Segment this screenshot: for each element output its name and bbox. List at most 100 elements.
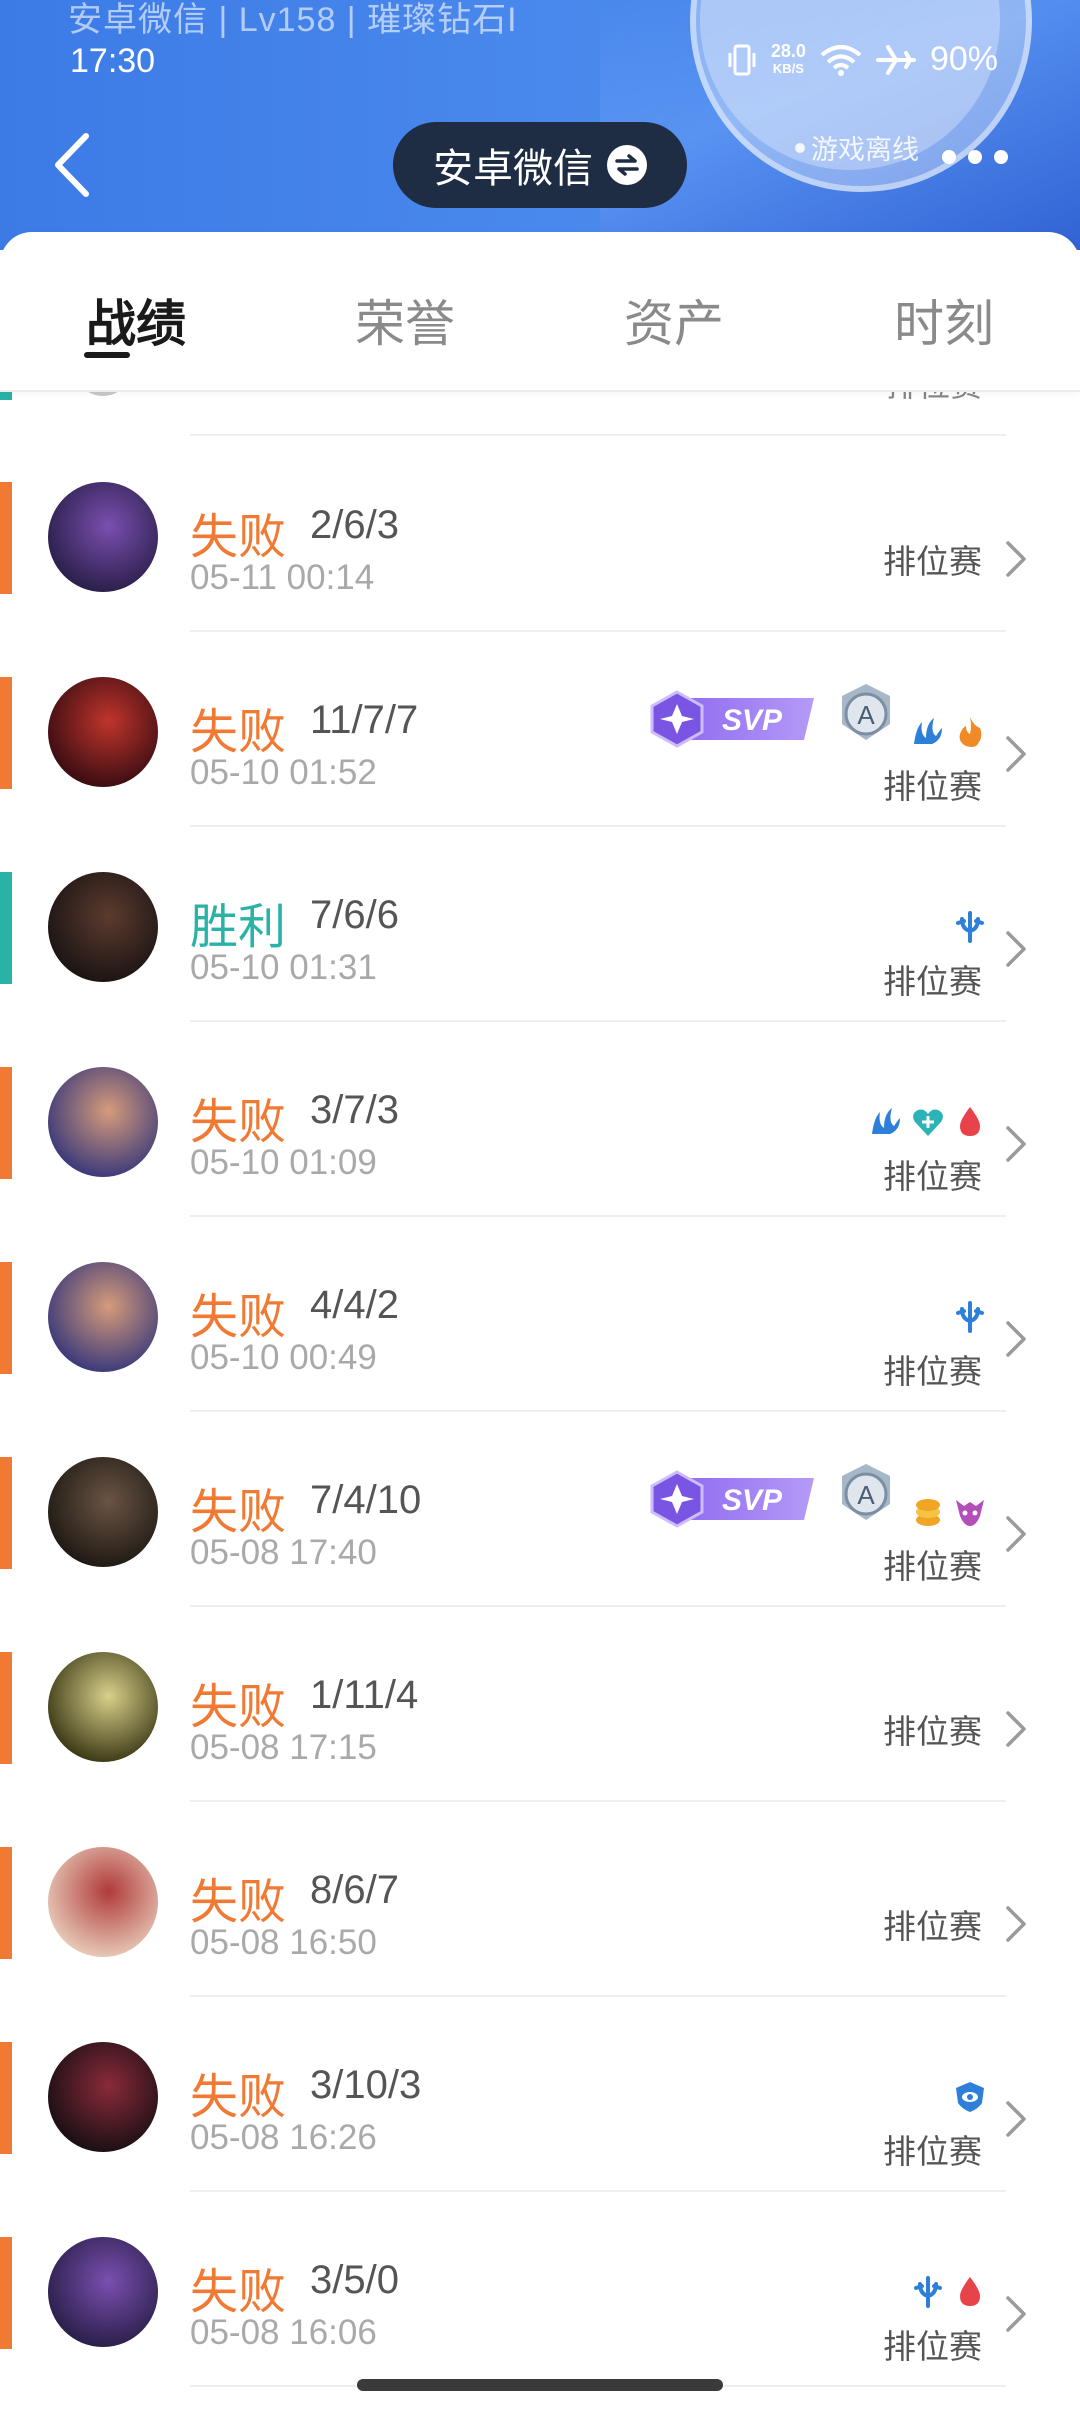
offline-text: 游戏离线: [811, 135, 919, 165]
chevron-right-icon: [1004, 2099, 1028, 2139]
match-time: 05-10 01:31: [190, 948, 377, 987]
match-row[interactable]: 失败 11/7/7 05-10 01:52 SVP A 排位赛: [0, 632, 1080, 827]
hero-avatar: [48, 1067, 158, 1177]
profile-header: 安卓微信 | Lv158 | 璀璨钻石I 17:30 28.0 KB/S 90%…: [0, 0, 1080, 250]
hero-avatar: [48, 1457, 158, 1567]
match-mode: 排位赛: [883, 1548, 982, 1585]
back-icon[interactable]: [50, 130, 94, 200]
status-time: 17:30: [70, 42, 156, 80]
result-color-bar: [0, 482, 12, 594]
hero-avatar: [48, 482, 158, 592]
achievement-icons: [910, 1494, 988, 1530]
achievement-icons: [952, 1299, 988, 1335]
coins-icon: [910, 1494, 946, 1530]
match-row[interactable]: 失败 2/6/3 05-11 00:14 排位赛: [0, 437, 1080, 632]
match-mode: 排位赛: [883, 1908, 982, 1945]
chevron-right-icon: [1004, 1124, 1028, 1164]
match-time: 05-08 16:26: [190, 2118, 377, 2157]
match-kda: 8/6/7: [310, 1868, 399, 1912]
match-row[interactable]: 失败 3/7/3 05-10 01:09 排位赛: [0, 1022, 1080, 1217]
airplane-icon: [875, 44, 916, 75]
match-result: 失败: [190, 1096, 287, 1149]
tab-records[interactable]: 战绩: [86, 284, 186, 356]
grade-a-badge-icon: A: [838, 1462, 894, 1522]
home-indicator[interactable]: [357, 2379, 723, 2391]
result-color-bar: [0, 872, 12, 984]
match-row[interactable]: 胜利 7/6/6 05-10 01:31 排位赛: [0, 827, 1080, 1022]
match-mode: 排位赛: [883, 2133, 982, 2170]
chevron-right-icon: [1004, 929, 1028, 969]
match-kda: 3/5/0: [310, 2258, 399, 2302]
trident-icon: [952, 1299, 988, 1335]
account-title: 安卓微信: [433, 147, 593, 191]
match-result: 失败: [190, 1486, 287, 1539]
result-color-bar: [0, 2237, 12, 2349]
match-time: 05-10 01:09: [190, 1143, 377, 1182]
blood-drop-icon: [952, 2274, 988, 2310]
grade-a-badge-icon: A: [838, 682, 894, 742]
match-row[interactable]: 失败 3/5/0 05-08 16:06 排位赛: [0, 2192, 1080, 2387]
match-mode: 排位赛: [883, 1158, 982, 1195]
offline-dot-icon: [795, 142, 805, 153]
match-result: 失败: [190, 1291, 287, 1344]
achievement-icons: [868, 1104, 988, 1140]
match-row[interactable]: 失败 8/6/7 05-08 16:50 排位赛: [0, 1802, 1080, 1997]
status-icons: 28.0 KB/S 90%: [727, 40, 998, 79]
tab-honors[interactable]: 荣誉: [355, 284, 455, 356]
achievement-icons: [952, 2079, 988, 2115]
shield-eye-icon: [952, 2079, 988, 2115]
svg-text:A: A: [857, 1480, 875, 1510]
match-mode: 排位赛: [883, 543, 982, 580]
svp-badge-icon: SVP: [648, 1470, 818, 1528]
hero-avatar: [48, 1262, 158, 1372]
hero-avatar: [48, 677, 158, 787]
result-color-bar: [0, 1262, 12, 1374]
match-time: 05-08 16:50: [190, 1923, 377, 1962]
match-row[interactable]: 失败 7/4/10 05-08 17:40 SVP A 排位赛: [0, 1412, 1080, 1607]
match-row[interactable]: 失败 1/11/4 05-08 17:15 排位赛: [0, 1607, 1080, 1802]
vibrate-icon: [728, 44, 756, 75]
match-row-partial[interactable]: 排位赛: [0, 367, 1080, 436]
svp-badge-icon: SVP: [648, 690, 818, 748]
result-color-bar: [0, 1067, 12, 1179]
match-mode: 排位赛: [883, 1353, 982, 1390]
hero-avatar: [48, 1652, 158, 1762]
match-row[interactable]: 失败 4/4/2 05-10 00:49 排位赛: [0, 1217, 1080, 1412]
tab-assets[interactable]: 资产: [624, 284, 724, 356]
achievement-icons: [910, 2274, 988, 2310]
trident-icon: [952, 909, 988, 945]
match-kda: 2/6/3: [310, 503, 399, 547]
match-result: 失败: [190, 511, 287, 564]
match-mode: 排位赛: [883, 1713, 982, 1750]
tab-moments[interactable]: 时刻: [894, 284, 994, 356]
match-kda: 3/7/3: [310, 1088, 399, 1132]
match-result: 失败: [190, 706, 287, 759]
account-switch-button[interactable]: 安卓微信: [393, 122, 687, 208]
hero-avatar: [48, 2042, 158, 2152]
match-row[interactable]: 失败 3/10/3 05-08 16:26 排位赛: [0, 1997, 1080, 2192]
match-time: 05-08 17:15: [190, 1728, 377, 1767]
match-result: 失败: [190, 2266, 287, 2319]
row-divider: [190, 434, 1006, 436]
result-color-bar: [0, 1847, 12, 1959]
svg-text:SVP: SVP: [722, 1484, 783, 1517]
chevron-right-icon: [1004, 734, 1028, 774]
hero-avatar: [48, 1847, 158, 1957]
chevron-right-icon: [1004, 539, 1028, 579]
more-options-icon[interactable]: [942, 150, 1008, 164]
match-time: 05-08 16:06: [190, 2313, 377, 2352]
match-time: 05-10 01:52: [190, 753, 377, 792]
hydra-icon: [868, 1104, 904, 1140]
chevron-right-icon: [1004, 1319, 1028, 1359]
result-color-bar: [0, 677, 12, 789]
chevron-right-icon: [1004, 2294, 1028, 2334]
match-kda: 7/6/6: [310, 893, 399, 937]
result-color-bar: [0, 1652, 12, 1764]
chevron-right-icon: [1004, 1904, 1028, 1944]
game-offline-status: 游戏离线: [795, 128, 919, 167]
match-kda: 4/4/2: [310, 1283, 399, 1327]
chevron-right-icon: [1004, 1514, 1028, 1554]
achievement-icons: [910, 714, 988, 750]
demon-icon: [952, 1494, 988, 1530]
match-kda: 11/7/7: [310, 698, 419, 742]
